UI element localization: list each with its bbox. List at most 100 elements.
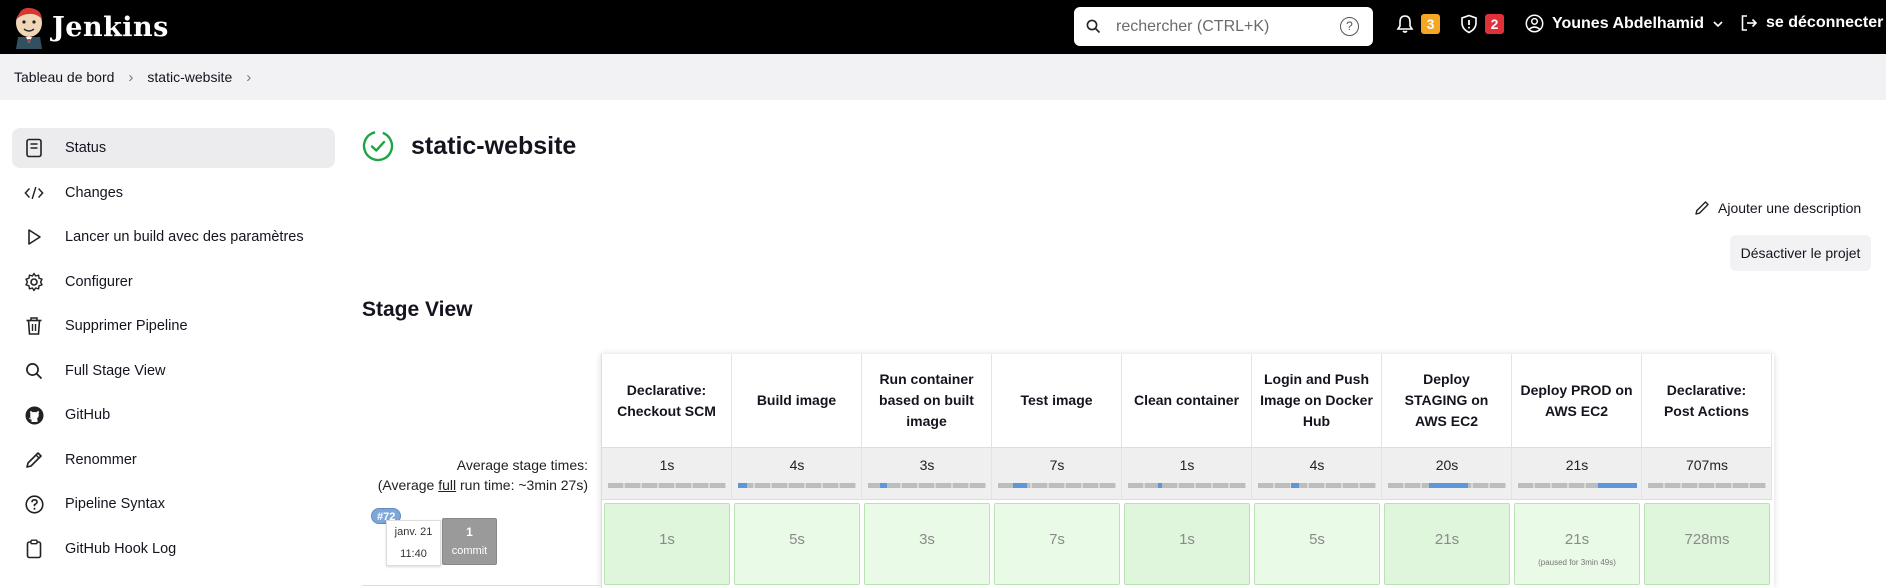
stage-cell-duration: 1s: [659, 531, 675, 548]
sidebar-item-full-stage-view[interactable]: Full Stage View: [12, 351, 335, 391]
stage-average: 707ms: [1642, 447, 1772, 500]
user-menu[interactable]: Younes Abdelhamid: [1525, 14, 1724, 33]
stage-cell-success[interactable]: 728ms: [1644, 503, 1770, 585]
commits-button[interactable]: 1 commit: [442, 518, 497, 565]
stage-view-title: Stage View: [362, 298, 473, 321]
stage-progress-bar: [608, 483, 726, 488]
clipboard-icon: [24, 539, 44, 559]
sidebar-item-pipeline-syntax[interactable]: Pipeline Syntax: [12, 484, 335, 524]
sidebar-item-changes[interactable]: Changes: [12, 173, 335, 213]
breadcrumb-static-website[interactable]: static-website: [147, 69, 232, 85]
help-circle-icon: [24, 494, 44, 514]
user-icon: [1525, 14, 1544, 33]
stage-header: Deploy PROD on AWS EC2: [1512, 354, 1642, 447]
sidebar-item-status[interactable]: Status: [12, 128, 335, 168]
stage-column: Build image 4s 5s: [732, 354, 862, 588]
stage-cell-success[interactable]: 5s: [734, 503, 860, 585]
stage-average-time: 21s: [1565, 457, 1589, 473]
stage-average: 7s: [992, 447, 1122, 500]
stage-cell-success[interactable]: 1s: [604, 503, 730, 585]
trash-icon: [24, 316, 44, 336]
search-icon: [1086, 19, 1101, 34]
stage-progress-fill: [1598, 483, 1637, 488]
stage-average: 4s: [732, 447, 862, 500]
stage-header: Build image: [732, 354, 862, 447]
stage-average: 3s: [862, 447, 992, 500]
breadcrumb-dashboard[interactable]: Tableau de bord: [14, 69, 114, 85]
stage-average-time: 1s: [1179, 457, 1195, 473]
stage-cell-duration: 7s: [1049, 531, 1065, 548]
logout-icon: [1741, 15, 1758, 31]
stage-column: Run container based on built image 3s 3s: [862, 354, 992, 588]
stage-column: Test image 7s 7s: [992, 354, 1122, 588]
row-divider: [362, 585, 600, 586]
help-icon[interactable]: ?: [1340, 17, 1359, 36]
stage-cell-success[interactable]: 5s: [1254, 503, 1380, 585]
sidebar-item-configure[interactable]: Configurer: [12, 262, 335, 302]
play-icon: [24, 227, 44, 247]
stage-progress-bar: [1258, 483, 1376, 488]
pencil-icon: [1695, 201, 1709, 215]
stage-average-time: 1s: [659, 457, 675, 473]
average-full-runtime-text: (Average full run time: ~3min 27s): [362, 475, 588, 495]
stage-header: Declarative: Post Actions: [1642, 354, 1772, 447]
stage-average-time: 4s: [1309, 457, 1325, 473]
sidebar-item-label: Status: [65, 140, 107, 156]
sidebar-item-build-with-parameters[interactable]: Lancer un build avec des paramètres: [12, 217, 335, 257]
notifications-button[interactable]: 3: [1395, 14, 1440, 34]
stage-column: Deploy STAGING on AWS EC2 20s 21s: [1382, 354, 1512, 588]
search-box[interactable]: ?: [1074, 7, 1373, 46]
average-times-label: Average stage times: (Average full run t…: [362, 455, 588, 495]
stage-progress-bar: [868, 483, 986, 488]
stage-average-time: 3s: [919, 457, 935, 473]
top-header: Jenkins ? 3 2 Younes Abdelhamid: [0, 0, 1886, 54]
sidebar-item-label: Pipeline Syntax: [65, 496, 165, 512]
stage-cell-success[interactable]: 3s: [864, 503, 990, 585]
stage-cell-success[interactable]: 21s: [1384, 503, 1510, 585]
jenkins-home-link[interactable]: Jenkins: [12, 5, 169, 49]
stage-cell-duration: 1s: [1179, 531, 1195, 548]
stage-header: Login and Push Image on Docker Hub: [1252, 354, 1382, 447]
add-description-link[interactable]: Ajouter une description: [1694, 200, 1861, 216]
document-icon: [24, 138, 44, 158]
search-icon: [24, 361, 44, 381]
security-button[interactable]: 2: [1459, 14, 1504, 34]
stage-cell-success[interactable]: 21s (paused for 3min 49s): [1514, 503, 1640, 585]
logout-link[interactable]: se déconnecter: [1740, 14, 1883, 32]
stage-progress-fill: [1429, 483, 1468, 488]
stage-cell-note: (paused for 3min 49s): [1538, 558, 1616, 567]
breadcrumb-separator: ›: [128, 68, 134, 86]
full-runtime-link[interactable]: full: [438, 477, 456, 493]
stage-cell-duration: 3s: [919, 531, 935, 548]
breadcrumb: Tableau de bord › static-website ›: [0, 54, 1886, 100]
stage-progress-bar: [998, 483, 1116, 488]
stage-progress-fill: [1013, 483, 1027, 488]
code-icon: [24, 183, 44, 203]
sidebar-item-github[interactable]: GitHub: [12, 395, 335, 435]
stage-average: 21s: [1512, 447, 1642, 500]
avg-full-prefix: (Average: [377, 477, 439, 493]
sidebar-item-rename[interactable]: Renommer: [12, 440, 335, 480]
breadcrumb-separator[interactable]: ›: [246, 69, 251, 86]
disable-project-button[interactable]: Désactiver le projet: [1730, 235, 1871, 271]
stage-progress-fill: [738, 483, 747, 488]
stage-header: Test image: [992, 354, 1122, 447]
stage-header: Deploy STAGING on AWS EC2: [1382, 354, 1512, 447]
stage-average: 4s: [1252, 447, 1382, 500]
sidebar-item-label: Full Stage View: [65, 362, 166, 379]
stage-average: 1s: [602, 447, 732, 500]
sidebar-item-label: Lancer un build avec des paramètres: [65, 229, 304, 245]
stage-cell-success[interactable]: 1s: [1124, 503, 1250, 585]
sidebar-item-delete-pipeline[interactable]: Supprimer Pipeline: [12, 306, 335, 346]
stage-average-time: 20s: [1435, 457, 1459, 473]
commit-count: 1: [466, 525, 473, 539]
stage-cell-duration: 21s: [1434, 531, 1460, 548]
stage-cell-success[interactable]: 7s: [994, 503, 1120, 585]
commit-label: commit: [451, 545, 488, 557]
sidebar-item-github-hook-log[interactable]: GitHub Hook Log: [12, 529, 335, 569]
stage-average: 1s: [1122, 447, 1252, 500]
shield-alert-icon: [1461, 14, 1477, 34]
stage-cell-duration: 5s: [789, 531, 805, 548]
search-input[interactable]: [1116, 15, 1336, 39]
stage-progress-bar: [738, 483, 856, 488]
